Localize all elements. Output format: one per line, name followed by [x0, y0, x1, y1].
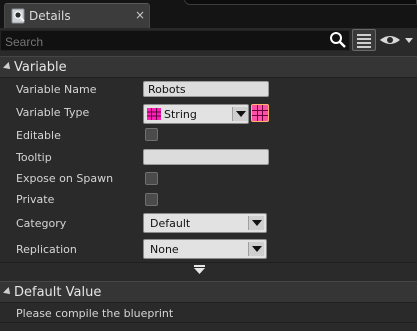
replication-value: None — [150, 243, 179, 256]
private-checkbox[interactable] — [145, 193, 158, 206]
category-value: Default — [150, 217, 191, 230]
chevron-down-icon — [236, 111, 246, 117]
section-header-default-value[interactable]: Default Value — [0, 281, 417, 303]
combo-dropdown-button[interactable] — [248, 216, 264, 230]
variable-name-value: Robots — [148, 83, 186, 96]
private-label: Private — [16, 193, 55, 206]
section-label: Variable — [14, 60, 67, 75]
variable-type-value: String — [164, 108, 197, 121]
variable-name-label: Variable Name — [16, 83, 97, 96]
divider — [0, 262, 417, 263]
variable-type-label: Variable Type — [16, 106, 90, 119]
tab-details[interactable]: Details × — [4, 3, 150, 28]
divider — [0, 322, 417, 323]
top-dropdown[interactable] — [184, 0, 417, 5]
expose-on-spawn-checkbox[interactable] — [145, 172, 158, 185]
editable-checkbox[interactable] — [145, 128, 158, 141]
section-label: Default Value — [14, 285, 102, 300]
compile-message: Please compile the blueprint — [16, 307, 174, 320]
combo-dropdown-button[interactable] — [232, 107, 248, 121]
close-icon[interactable]: × — [133, 7, 147, 23]
visibility-eye-icon[interactable] — [378, 31, 416, 49]
details-icon — [11, 7, 27, 25]
section-header-variable[interactable]: Variable — [0, 56, 417, 78]
chevron-down-icon — [252, 246, 262, 252]
string-grid-icon — [147, 108, 161, 120]
variable-name-field[interactable]: Robots — [143, 81, 269, 97]
expose-on-spawn-label: Expose on Spawn — [16, 172, 114, 185]
tooltip-field[interactable] — [143, 149, 269, 165]
view-options-list-icon[interactable] — [352, 29, 376, 51]
container-type-grid-icon[interactable] — [251, 104, 269, 122]
search-input[interactable] — [0, 30, 350, 51]
variable-type-combo[interactable]: String — [143, 104, 249, 124]
collapse-arrow-icon — [3, 287, 13, 297]
editable-label: Editable — [16, 129, 61, 142]
collapse-arrow-icon — [3, 62, 13, 72]
tab-title: Details — [29, 9, 71, 23]
chevron-down-icon — [252, 220, 262, 226]
combo-dropdown-button[interactable] — [248, 242, 264, 256]
search-icon[interactable] — [329, 31, 347, 49]
replication-combo[interactable]: None — [143, 239, 267, 259]
category-combo[interactable]: Default — [143, 213, 267, 233]
expand-advanced-icon[interactable] — [193, 265, 206, 275]
tooltip-label: Tooltip — [16, 151, 52, 164]
category-label: Category — [16, 217, 67, 230]
replication-label: Replication — [16, 243, 77, 256]
